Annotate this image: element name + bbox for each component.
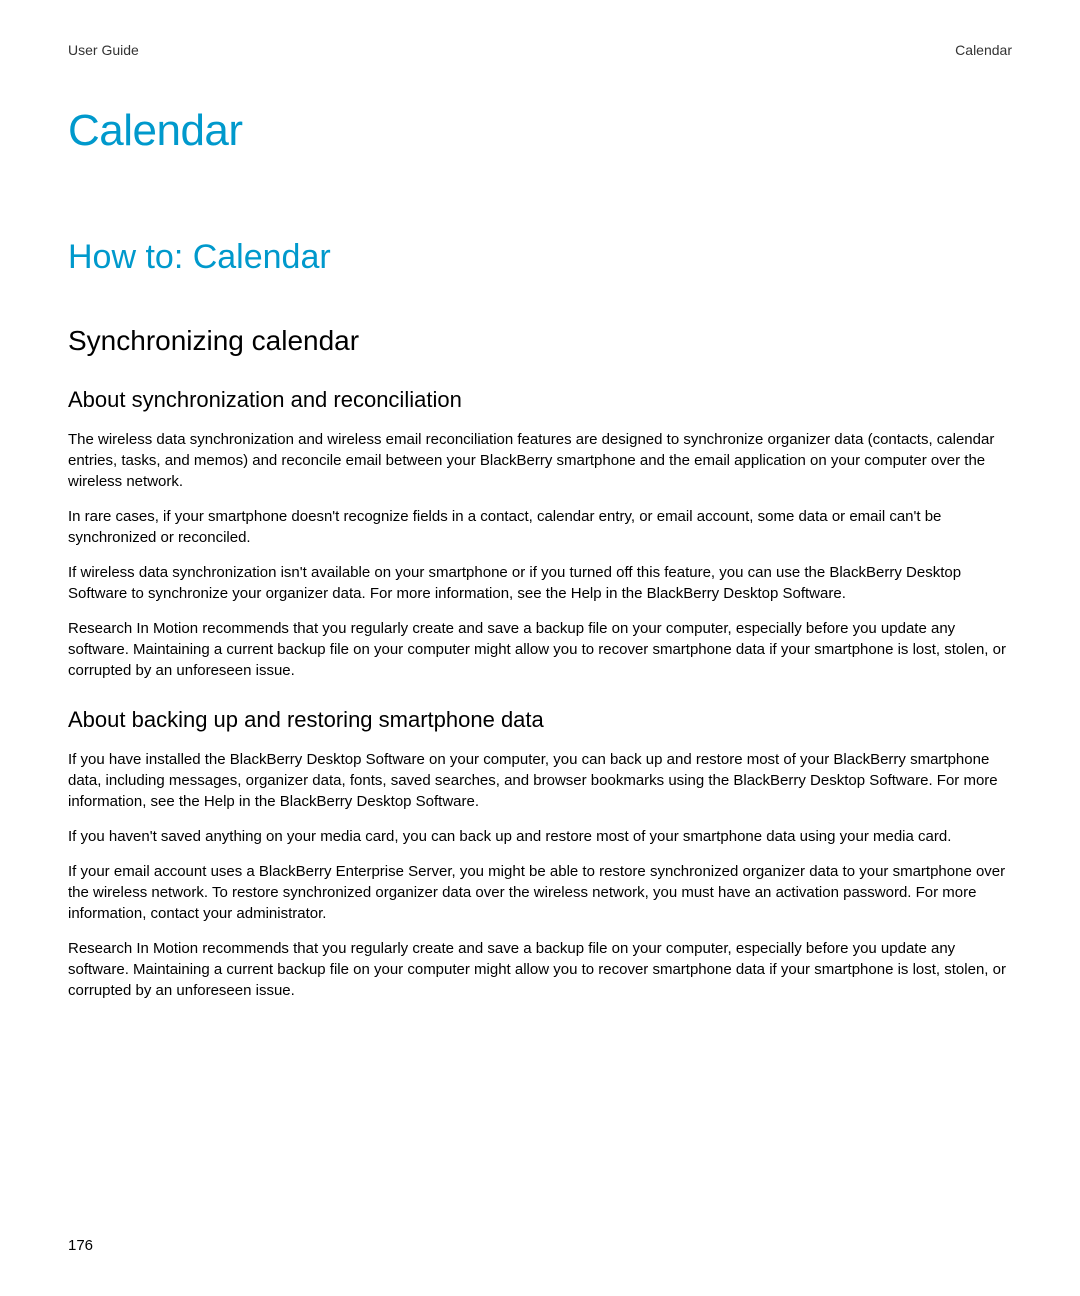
document-page: User Guide Calendar Calendar How to: Cal… [0,0,1080,1296]
body-paragraph: In rare cases, if your smartphone doesn'… [68,506,1012,548]
body-paragraph: If wireless data synchronization isn't a… [68,562,1012,604]
body-paragraph: The wireless data synchronization and wi… [68,429,1012,492]
body-paragraph: Research In Motion recommends that you r… [68,938,1012,1001]
body-paragraph: If your email account uses a BlackBerry … [68,861,1012,924]
topic-title: About backing up and restoring smartphon… [68,707,1012,733]
subsection-title: Synchronizing calendar [68,325,1012,357]
page-header: User Guide Calendar [68,42,1012,58]
header-right: Calendar [955,42,1012,58]
body-paragraph: If you haven't saved anything on your me… [68,826,1012,847]
header-left: User Guide [68,42,139,58]
section-title: How to: Calendar [68,238,1012,277]
body-paragraph: If you have installed the BlackBerry Des… [68,749,1012,812]
topic-section: About synchronization and reconciliation… [68,387,1012,681]
body-paragraph: Research In Motion recommends that you r… [68,618,1012,681]
topic-title: About synchronization and reconciliation [68,387,1012,413]
chapter-title: Calendar [68,106,1012,156]
topic-section: About backing up and restoring smartphon… [68,707,1012,1001]
page-number: 176 [68,1237,93,1254]
